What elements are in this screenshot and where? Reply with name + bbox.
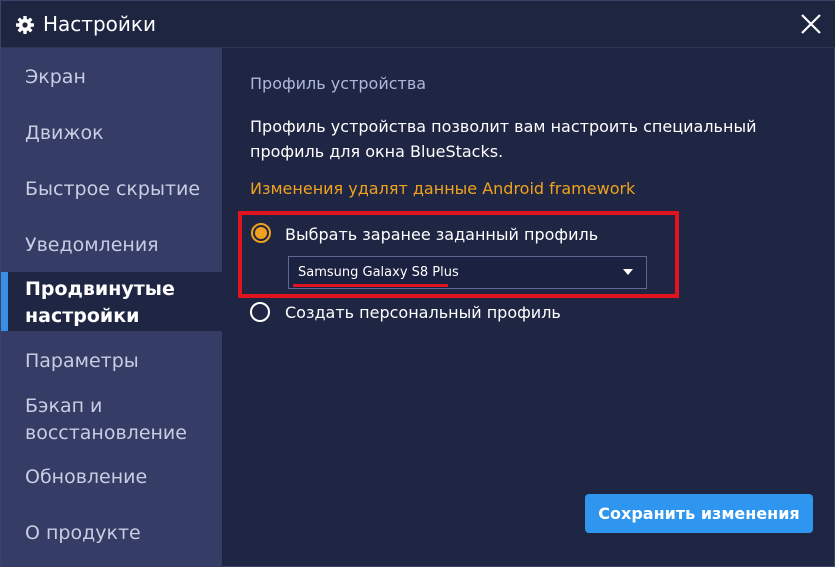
sidebar-item-updates[interactable]: Обновление: [1, 464, 222, 491]
custom-profile-label[interactable]: Создать персональный профиль: [285, 303, 561, 322]
device-profile-value: Samsung Galaxy S8 Plus: [298, 265, 459, 280]
warning-text: Изменения удалят данные Android framewor…: [250, 179, 636, 198]
sidebar-item-boss-key[interactable]: Быстрое скрытие: [1, 176, 222, 203]
title-bar: Настройки: [1, 1, 835, 48]
gear-icon: [15, 15, 35, 35]
save-changes-button[interactable]: Сохранить изменения: [585, 494, 813, 533]
section-title: Профиль устройства: [250, 74, 427, 93]
settings-window: Настройки Экран Движок Быстрое скрытие У…: [0, 0, 835, 567]
sidebar-item-preferences[interactable]: Параметры: [1, 348, 222, 375]
sidebar-item-screen[interactable]: Экран: [1, 64, 222, 91]
window-title: Настройки: [43, 12, 156, 36]
section-description: Профиль устройства позволит вам настроит…: [250, 117, 757, 161]
sidebar-item-backup-restore[interactable]: Бэкап и восстановление: [1, 393, 201, 447]
custom-profile-radio[interactable]: [250, 302, 270, 322]
annotation-underline: [293, 284, 448, 287]
sidebar-item-advanced[interactable]: Продвинутые настройки: [1, 272, 222, 331]
sidebar-item-about[interactable]: О продукте: [1, 520, 222, 547]
sidebar-item-engine[interactable]: Движок: [1, 120, 222, 147]
sidebar-item-notifications[interactable]: Уведомления: [1, 232, 222, 259]
chevron-down-icon: [623, 269, 633, 275]
predefined-profile-label[interactable]: Выбрать заранее заданный профиль: [285, 225, 598, 244]
settings-sidebar: Экран Движок Быстрое скрытие Уведомления…: [1, 48, 222, 567]
close-icon[interactable]: [798, 11, 824, 37]
close-button[interactable]: [798, 11, 824, 37]
predefined-profile-radio[interactable]: [251, 223, 271, 243]
